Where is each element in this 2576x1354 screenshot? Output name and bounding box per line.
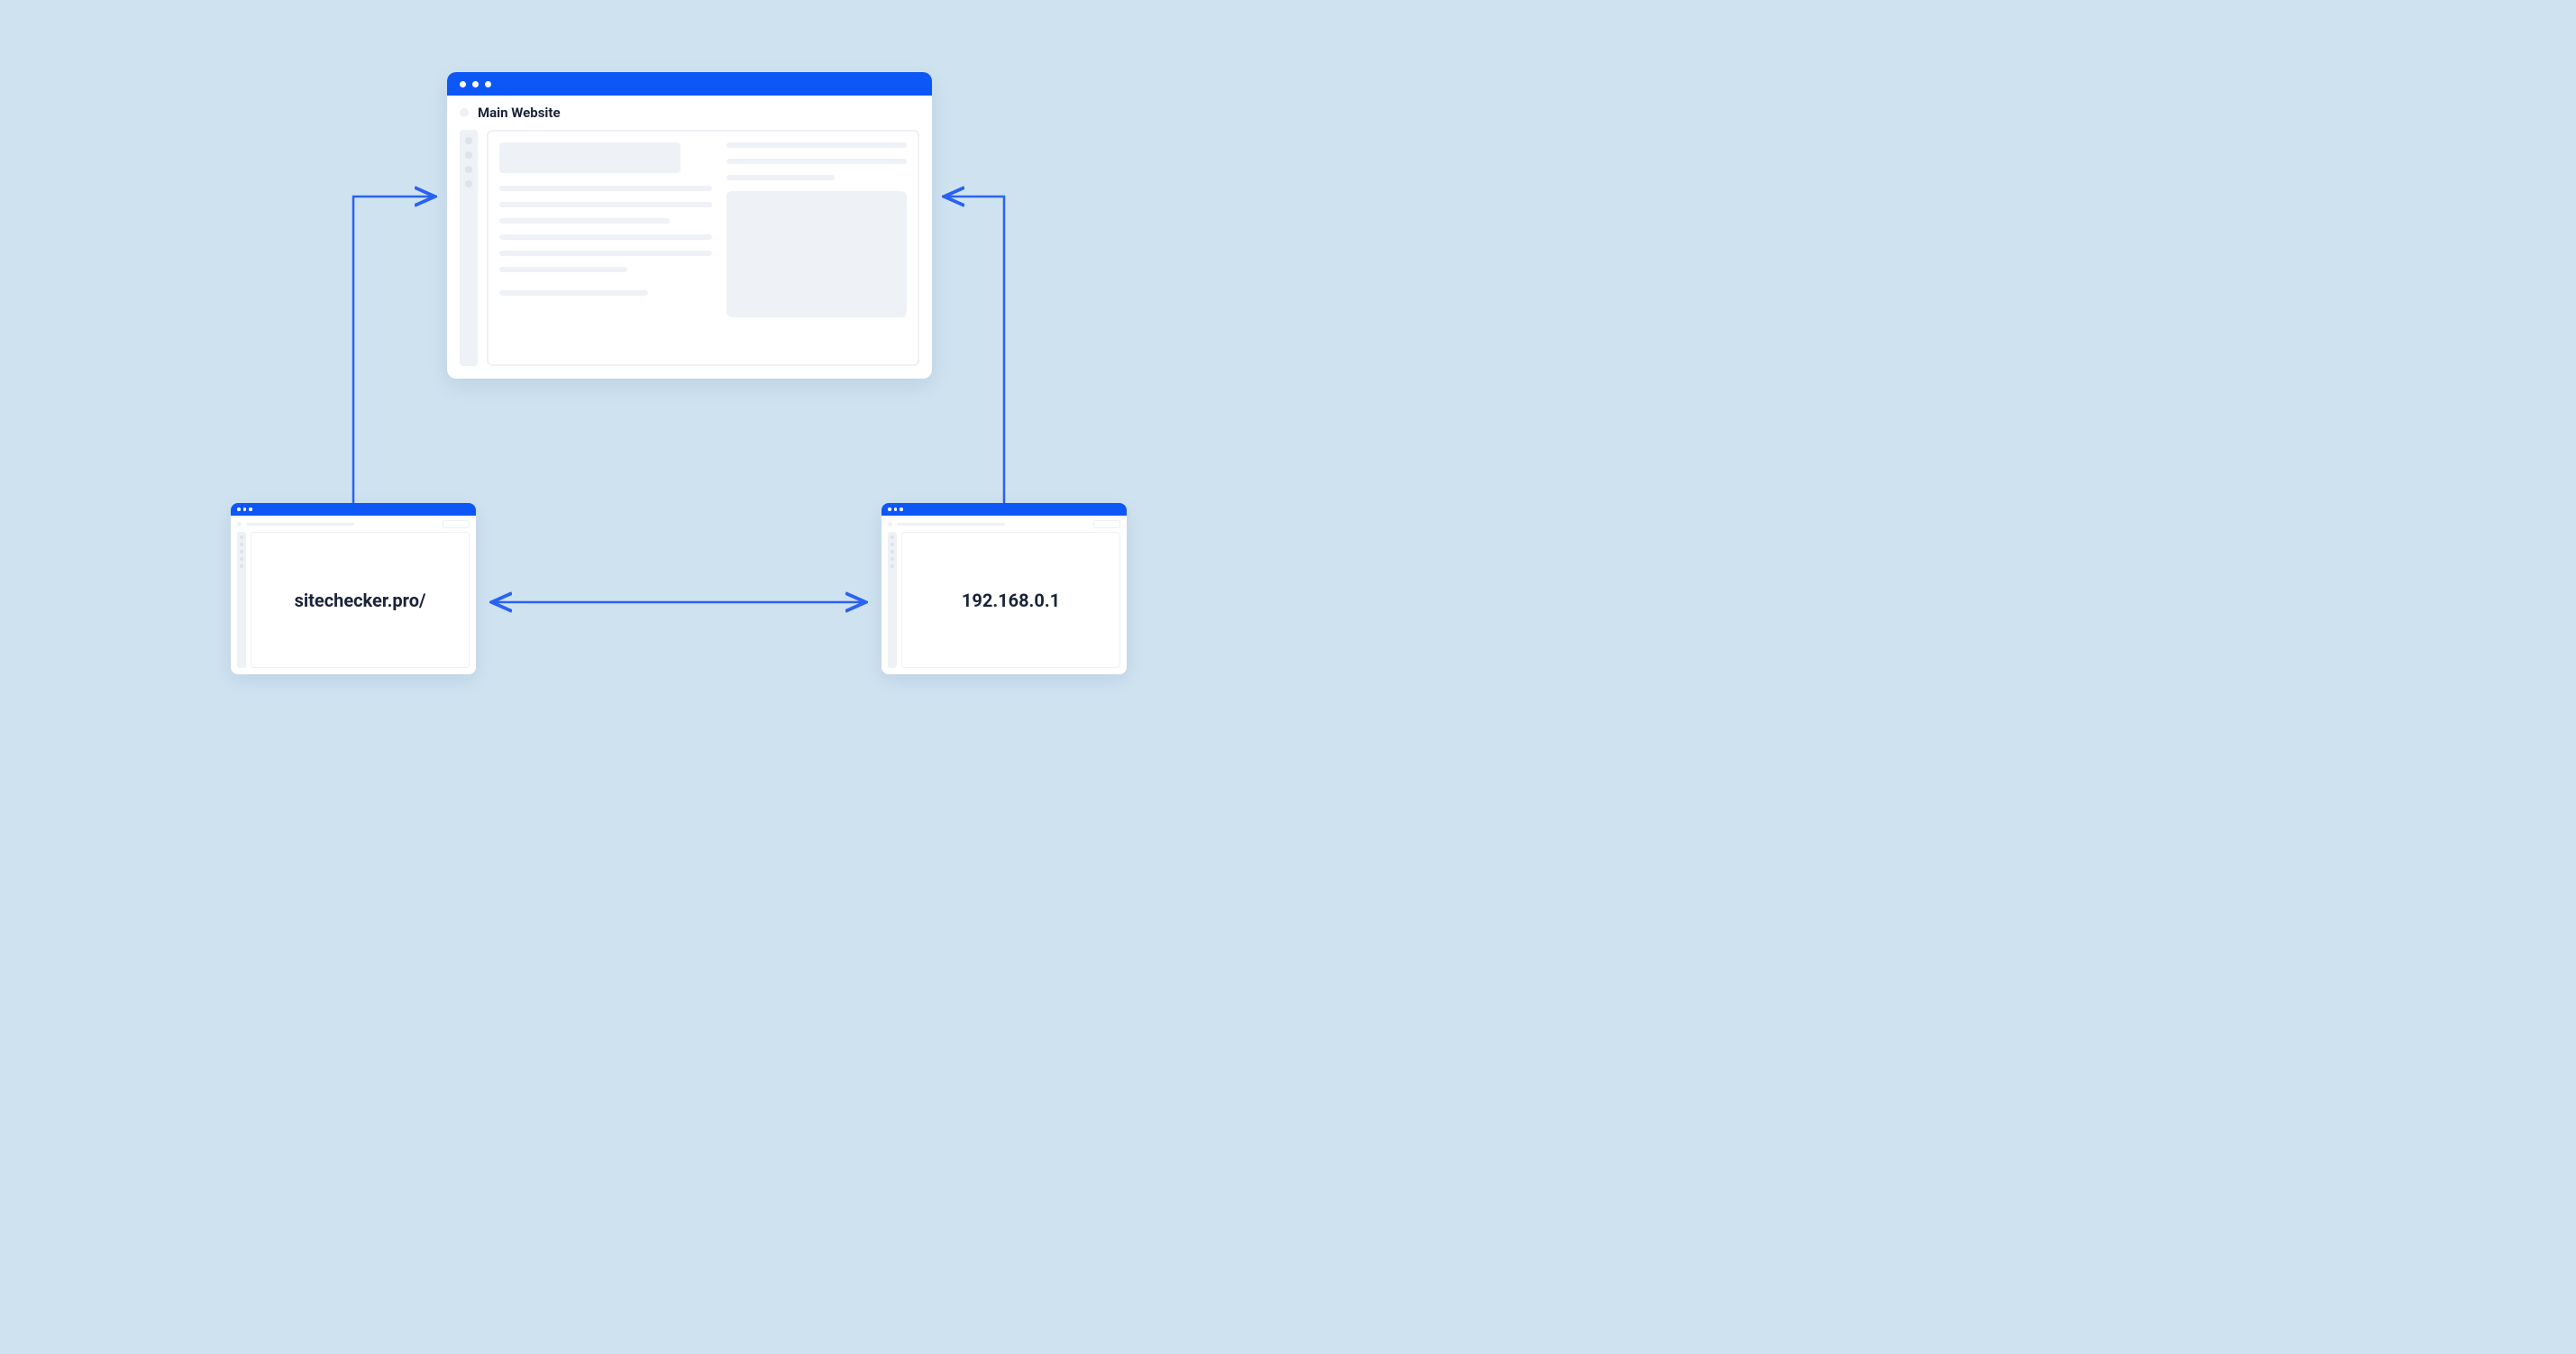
toolbar-circle-icon <box>237 522 242 526</box>
diagram-container: Main Website <box>0 0 1374 723</box>
main-label-bar: Main Website <box>447 96 932 130</box>
main-window-title: Main Website <box>478 105 561 121</box>
sidebar-dot <box>240 535 243 539</box>
traffic-light-dot <box>460 81 466 87</box>
left-body: sitechecker.pro/ <box>231 532 476 674</box>
left-window-text: sitechecker.pro/ <box>295 590 426 611</box>
sidebar-dot <box>465 180 472 188</box>
skeleton-line <box>726 175 835 180</box>
sidebar-dot <box>891 543 894 546</box>
tab-circle-icon <box>460 108 469 117</box>
right-content-area: 192.168.0.1 <box>901 532 1120 668</box>
skeleton-line <box>726 142 907 148</box>
skeleton-line <box>499 202 712 207</box>
toolbar-button <box>443 520 470 528</box>
toolbar-circle-icon <box>888 522 892 526</box>
left-mini-sidebar <box>237 532 246 668</box>
traffic-light-dot <box>485 81 491 87</box>
sidebar-dot <box>891 564 894 568</box>
toolbar-address-bar <box>897 523 1005 526</box>
sidebar-dot <box>240 550 243 553</box>
right-toolbar <box>882 516 1127 532</box>
traffic-light-dot <box>894 508 898 511</box>
right-browser-window: 192.168.0.1 <box>882 503 1127 674</box>
traffic-light-dot <box>237 508 241 511</box>
left-toolbar <box>231 516 476 532</box>
skeleton-image <box>726 191 907 317</box>
left-browser-window: sitechecker.pro/ <box>231 503 476 674</box>
left-titlebar <box>231 503 476 516</box>
toolbar-button <box>1093 520 1120 528</box>
skeleton-line <box>726 159 907 164</box>
sidebar-dot <box>465 166 472 173</box>
toolbar-address-bar <box>246 523 354 526</box>
sidebar-dot <box>891 557 894 561</box>
sidebar-dot <box>240 564 243 568</box>
skeleton-line <box>499 290 648 296</box>
skeleton-line <box>499 267 627 272</box>
sidebar-dot <box>891 550 894 553</box>
traffic-light-dot <box>472 81 479 87</box>
traffic-light-dot <box>243 508 247 511</box>
right-mini-sidebar <box>888 532 897 668</box>
main-content <box>447 130 932 379</box>
skeleton-line <box>499 251 712 256</box>
right-window-text: 192.168.0.1 <box>962 590 1060 611</box>
sidebar-dot <box>465 137 472 144</box>
main-website-window: Main Website <box>447 72 932 379</box>
sidebar-dot <box>891 535 894 539</box>
sidebar-dot <box>465 151 472 159</box>
sidebar-dot <box>240 557 243 561</box>
arrow-left-to-main <box>353 197 433 503</box>
main-titlebar <box>447 72 932 96</box>
main-right-column <box>726 142 907 353</box>
arrow-right-to-main <box>946 197 1004 503</box>
sidebar-dot <box>240 543 243 546</box>
skeleton-heading <box>499 142 681 173</box>
skeleton-line <box>499 218 670 224</box>
traffic-light-dot <box>888 508 891 511</box>
traffic-light-dot <box>900 508 903 511</box>
right-titlebar <box>882 503 1127 516</box>
left-content-area: sitechecker.pro/ <box>251 532 470 668</box>
main-area <box>487 130 919 366</box>
right-body: 192.168.0.1 <box>882 532 1127 674</box>
skeleton-line <box>499 186 712 191</box>
main-left-column <box>499 142 712 353</box>
traffic-light-dot <box>249 508 252 511</box>
main-sidebar <box>460 130 478 366</box>
skeleton-line <box>499 234 712 240</box>
